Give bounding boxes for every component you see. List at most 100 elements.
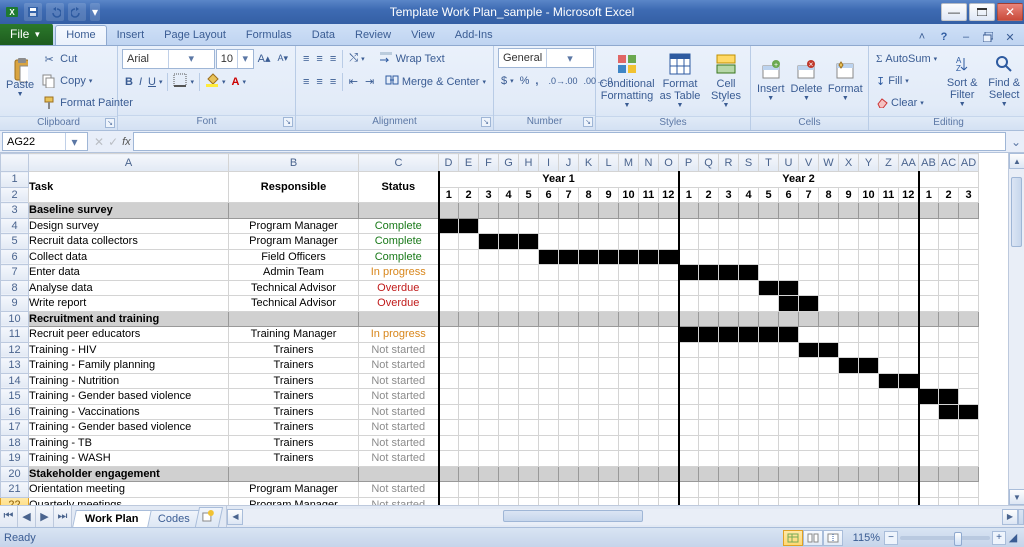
gantt-cell[interactable] xyxy=(699,327,719,343)
gantt-cell[interactable] xyxy=(659,497,679,505)
gantt-cell[interactable] xyxy=(719,358,739,374)
align-center-button[interactable]: ≡ xyxy=(313,71,325,92)
gantt-cell[interactable] xyxy=(639,249,659,265)
align-bottom-button[interactable]: ≡ xyxy=(327,48,339,69)
gantt-cell[interactable] xyxy=(639,404,659,420)
gantt-cell[interactable] xyxy=(739,389,759,405)
number-launcher[interactable]: ↘ xyxy=(583,117,593,127)
gantt-cell[interactable] xyxy=(819,404,839,420)
gantt-cell[interactable] xyxy=(779,280,799,296)
gantt-cell[interactable] xyxy=(779,482,799,498)
gantt-cell[interactable] xyxy=(659,296,679,312)
gantt-cell[interactable] xyxy=(819,420,839,436)
gantt-cell[interactable] xyxy=(439,420,459,436)
row-header-13[interactable]: 13 xyxy=(1,358,29,374)
gantt-cell[interactable] xyxy=(599,451,619,467)
gantt-cell[interactable] xyxy=(659,420,679,436)
gantt-cell[interactable] xyxy=(679,358,699,374)
gantt-cell[interactable] xyxy=(539,404,559,420)
gantt-cell[interactable] xyxy=(919,451,939,467)
gantt-cell[interactable] xyxy=(819,265,839,281)
gantt-cell[interactable] xyxy=(599,327,619,343)
row-header-19[interactable]: 19 xyxy=(1,451,29,467)
gantt-cell[interactable] xyxy=(759,451,779,467)
gantt-cell[interactable] xyxy=(599,218,619,234)
gantt-cell[interactable] xyxy=(799,482,819,498)
gantt-cell[interactable] xyxy=(459,280,479,296)
gantt-cell[interactable] xyxy=(639,420,659,436)
gantt-cell[interactable] xyxy=(939,296,959,312)
gantt-cell[interactable] xyxy=(939,358,959,374)
gantt-cell[interactable] xyxy=(639,389,659,405)
gantt-cell[interactable] xyxy=(919,327,939,343)
gantt-cell[interactable] xyxy=(839,296,859,312)
gantt-cell[interactable] xyxy=(959,296,979,312)
gantt-cell[interactable] xyxy=(599,435,619,451)
gantt-cell[interactable] xyxy=(759,342,779,358)
gantt-cell[interactable] xyxy=(839,389,859,405)
gantt-cell[interactable] xyxy=(579,420,599,436)
gantt-cell[interactable] xyxy=(819,358,839,374)
gantt-cell[interactable] xyxy=(499,218,519,234)
gantt-cell[interactable] xyxy=(859,435,879,451)
gantt-cell[interactable] xyxy=(939,280,959,296)
gantt-cell[interactable] xyxy=(939,420,959,436)
status-cell[interactable]: Not started xyxy=(359,435,439,451)
col-header-Z[interactable]: Z xyxy=(879,154,899,172)
gantt-cell[interactable] xyxy=(459,482,479,498)
gantt-cell[interactable] xyxy=(719,280,739,296)
gantt-cell[interactable] xyxy=(619,358,639,374)
responsible-cell[interactable]: Program Manager xyxy=(229,497,359,505)
gantt-cell[interactable] xyxy=(919,420,939,436)
gantt-cell[interactable] xyxy=(839,265,859,281)
col-header-K[interactable]: K xyxy=(579,154,599,172)
gantt-cell[interactable] xyxy=(699,404,719,420)
gantt-cell[interactable] xyxy=(859,373,879,389)
gantt-cell[interactable] xyxy=(579,327,599,343)
gantt-cell[interactable] xyxy=(699,265,719,281)
gantt-cell[interactable] xyxy=(779,389,799,405)
gantt-cell[interactable] xyxy=(659,280,679,296)
gantt-cell[interactable] xyxy=(839,420,859,436)
status-cell[interactable]: Overdue xyxy=(359,296,439,312)
gantt-cell[interactable] xyxy=(639,218,659,234)
col-header-X[interactable]: X xyxy=(839,154,859,172)
sheet-tab-codes[interactable]: Codes xyxy=(145,510,202,527)
cell-styles-button[interactable]: Cell Styles▼ xyxy=(706,48,746,114)
responsible-cell[interactable]: Training Manager xyxy=(229,327,359,343)
gantt-cell[interactable] xyxy=(619,497,639,505)
gantt-cell[interactable] xyxy=(559,497,579,505)
tab-page-layout[interactable]: Page Layout xyxy=(154,26,236,45)
gantt-cell[interactable] xyxy=(559,482,579,498)
gantt-cell[interactable] xyxy=(739,296,759,312)
gantt-cell[interactable] xyxy=(899,373,919,389)
qat-save-button[interactable] xyxy=(24,3,42,21)
gantt-cell[interactable] xyxy=(479,404,499,420)
gantt-cell[interactable] xyxy=(519,482,539,498)
task-cell[interactable]: Recruit peer educators xyxy=(29,327,229,343)
gantt-cell[interactable] xyxy=(839,234,859,250)
gantt-cell[interactable] xyxy=(639,373,659,389)
gantt-cell[interactable] xyxy=(519,265,539,281)
zoom-out-button[interactable]: − xyxy=(884,531,898,545)
gantt-cell[interactable] xyxy=(459,265,479,281)
gantt-cell[interactable] xyxy=(819,342,839,358)
gantt-cell[interactable] xyxy=(579,218,599,234)
gantt-cell[interactable] xyxy=(559,234,579,250)
gantt-cell[interactable] xyxy=(919,389,939,405)
sheet-tab-work-plan[interactable]: Work Plan xyxy=(72,510,151,527)
gantt-cell[interactable] xyxy=(479,296,499,312)
gantt-cell[interactable] xyxy=(679,327,699,343)
gantt-cell[interactable] xyxy=(479,497,499,505)
row-header-12[interactable]: 12 xyxy=(1,342,29,358)
gantt-cell[interactable] xyxy=(439,234,459,250)
task-cell[interactable]: Training - Gender based violence xyxy=(29,420,229,436)
tab-split-handle[interactable] xyxy=(1018,509,1024,525)
gantt-cell[interactable] xyxy=(739,218,759,234)
gantt-cell[interactable] xyxy=(739,435,759,451)
gantt-cell[interactable] xyxy=(619,482,639,498)
row-header-5[interactable]: 5 xyxy=(1,234,29,250)
merge-center-button[interactable]: Merge & Center▾ xyxy=(382,71,489,92)
gantt-cell[interactable] xyxy=(579,342,599,358)
gantt-cell[interactable] xyxy=(599,265,619,281)
